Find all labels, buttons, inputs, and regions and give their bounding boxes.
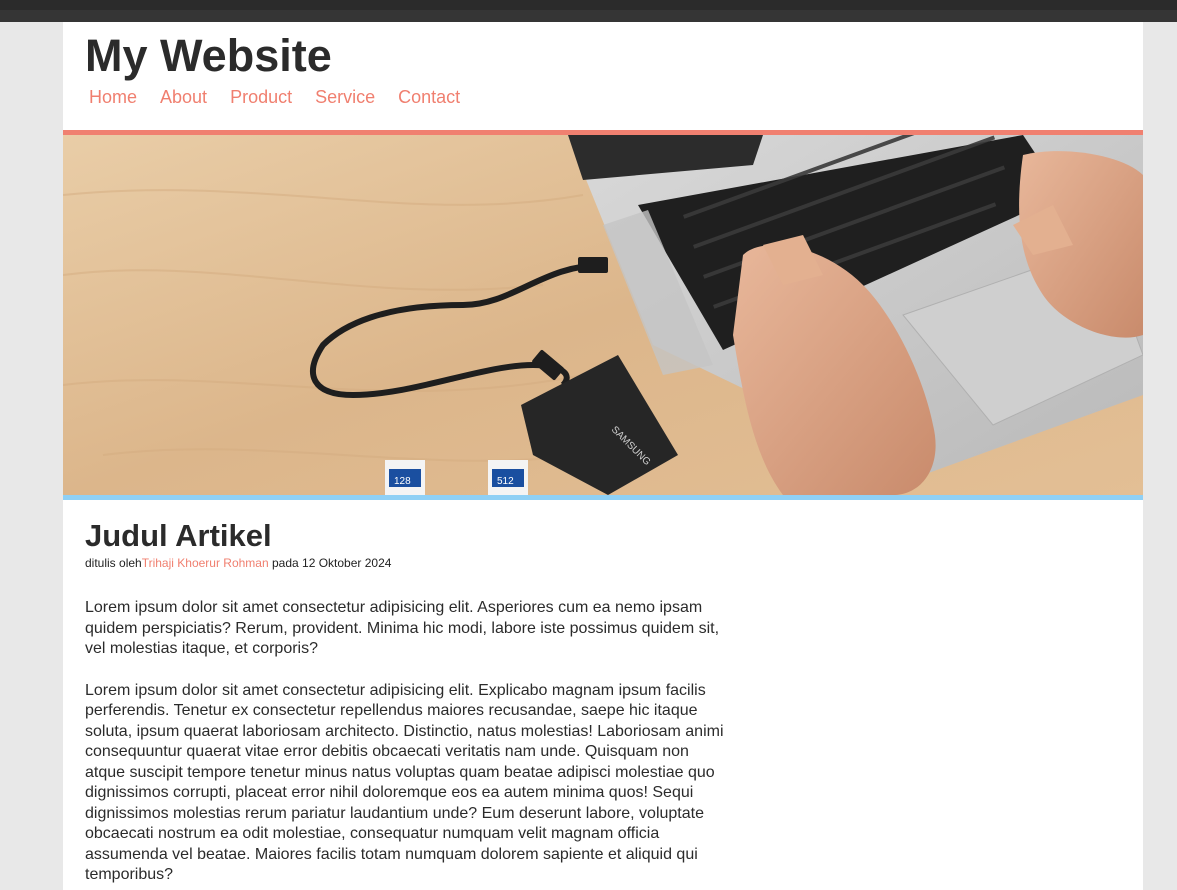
hero-image: SAMSUNG 128 512	[63, 135, 1143, 500]
meta-prefix: ditulis oleh	[85, 556, 142, 570]
hero-illustration: SAMSUNG 128 512	[63, 135, 1143, 495]
site-title: My Website	[85, 30, 332, 81]
article-meta: ditulis olehTrihaji Khoerur Rohman pada …	[85, 556, 725, 570]
main-nav: Home About Product Service Contact	[89, 87, 483, 108]
author-link[interactable]: Trihaji Khoerur Rohman	[142, 556, 269, 570]
article: Judul Artikel ditulis olehTrihaji Khoeru…	[63, 500, 725, 886]
sd-card-128: 128	[385, 460, 425, 495]
page-container: My Website Home About Product Service Co…	[63, 22, 1143, 890]
nav-home[interactable]: Home	[89, 87, 137, 108]
nav-contact[interactable]: Contact	[398, 87, 460, 108]
browser-top-bar-line	[0, 10, 1177, 22]
site-header: My Website Home About Product Service Co…	[63, 22, 1143, 135]
nav-service[interactable]: Service	[315, 87, 375, 108]
svg-text:512: 512	[497, 476, 514, 487]
article-paragraph: Lorem ipsum dolor sit amet consectetur a…	[85, 599, 720, 657]
nav-product[interactable]: Product	[230, 87, 292, 108]
svg-text:128: 128	[394, 476, 411, 487]
article-paragraph: Lorem ipsum dolor sit amet consectetur a…	[85, 681, 724, 884]
article-title: Judul Artikel	[85, 518, 272, 553]
sd-card-512: 512	[488, 460, 528, 495]
meta-suffix: pada 12 Oktober 2024	[268, 556, 392, 570]
nav-about[interactable]: About	[160, 87, 207, 108]
